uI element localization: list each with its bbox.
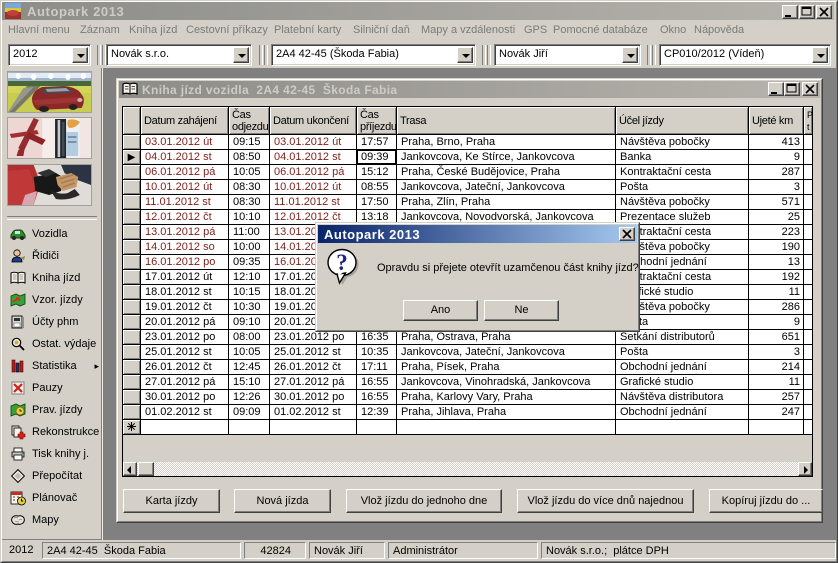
svg-text:?: ?	[336, 250, 348, 275]
